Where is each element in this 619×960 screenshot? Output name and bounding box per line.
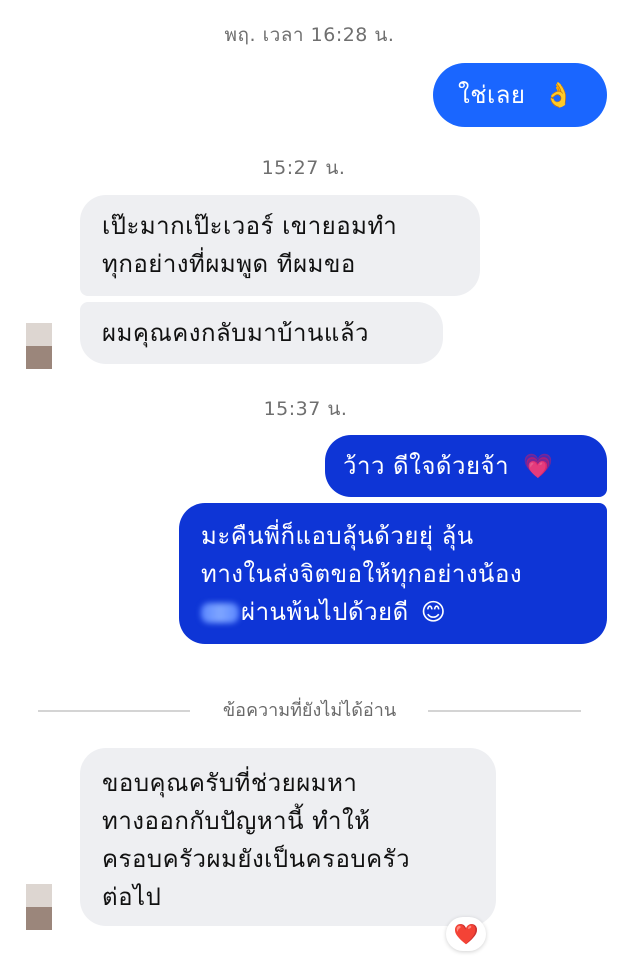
heart-emoji-icon: 💗: [523, 452, 554, 480]
redacted-name: [201, 603, 239, 623]
message-outgoing[interactable]: มะคืนพี่ก็แอบลุ้นด้วยยุ่ ลุ้น ทางในส่งจิ…: [179, 503, 607, 644]
message-incoming[interactable]: ผมคุณคงกลับมาบ้านแล้ว: [80, 302, 443, 364]
message-line: ทุกอย่างที่ผมพูด ทีผมขอ: [102, 250, 356, 278]
message-line: ต่อไป: [102, 883, 162, 911]
message-line: ทางออกกับปัญหานี้ ทำให้: [102, 807, 371, 835]
message-text: ว้าว ดีใจด้วยจ้า: [343, 452, 510, 480]
message-line: ผ่านพ้นไปด้วยดี: [241, 598, 409, 626]
message-outgoing[interactable]: ว้าว ดีใจด้วยจ้า 💗: [325, 435, 607, 497]
divider-line-right: [428, 710, 581, 712]
timestamp: พฤ. เวลา 16:28 น.: [224, 24, 395, 46]
message-text: ผมคุณคงกลับมาบ้านแล้ว: [102, 319, 370, 347]
message-incoming[interactable]: เป๊ะมากเป๊ะเวอร์ เขายอมทำ ทุกอย่างที่ผมพ…: [80, 195, 480, 296]
timestamp: 15:27 น.: [261, 157, 346, 179]
message-line: มะคืนพี่ก็แอบลุ้นด้วยยุ่ ลุ้น: [201, 522, 474, 550]
avatar[interactable]: [26, 884, 52, 930]
message-line: ครอบครัวผมยังเป็นครอบครัว: [102, 845, 411, 873]
ok-hand-emoji-icon: 👌: [543, 81, 575, 109]
timestamp: 15:37 น.: [263, 398, 348, 420]
message-outgoing[interactable]: ใช่เลย 👌: [433, 63, 607, 127]
message-line-last: ผ่านพ้นไปด้วยดี 😊: [201, 593, 607, 631]
message-line: ทางในส่งจิตขอให้ทุกอย่างน้อง: [201, 560, 523, 588]
avatar[interactable]: [26, 323, 52, 369]
message-text: ใช่เลย: [458, 81, 526, 109]
smile-emoji-icon: 😊: [420, 598, 447, 626]
message-incoming[interactable]: ขอบคุณครับที่ช่วยผมหา ทางออกกับปัญหานี้ …: [80, 748, 496, 926]
message-line: เป๊ะมากเป๊ะเวอร์ เขายอมทำ: [102, 212, 398, 240]
message-line: ขอบคุณครับที่ช่วยผมหา: [102, 769, 358, 797]
heart-reaction-icon[interactable]: ❤️: [446, 917, 486, 951]
